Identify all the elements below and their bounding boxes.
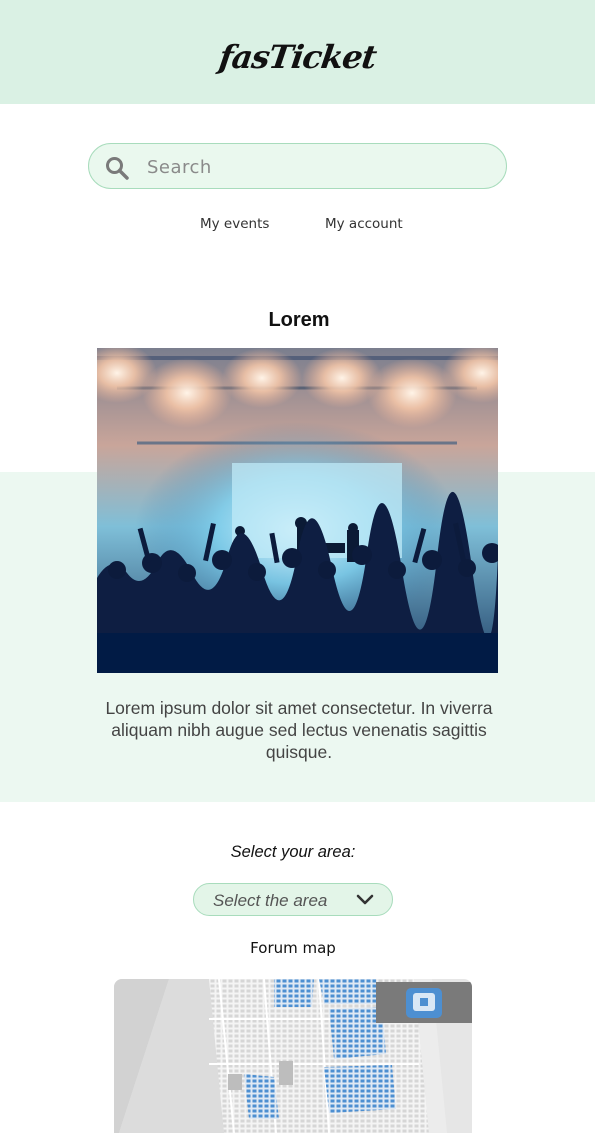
area-select-dropdown[interactable]: Select the area — [193, 883, 393, 916]
search-bar[interactable] — [88, 143, 507, 189]
search-icon — [106, 157, 129, 180]
chevron-down-icon — [356, 894, 374, 905]
nav-my-events[interactable]: My events — [200, 216, 269, 232]
top-header: fasTicket — [0, 0, 595, 104]
event-image — [97, 348, 498, 673]
forum-map[interactable] — [114, 979, 472, 1133]
event-title: Lorem — [268, 309, 330, 331]
map-title: Forum map — [250, 939, 336, 957]
event-description: Lorem ipsum dolor sit amet consectetur. … — [105, 698, 493, 762]
area-select-value: Select the area — [213, 891, 328, 910]
app-logo[interactable]: fasTicket — [0, 38, 595, 76]
search-input[interactable] — [147, 154, 487, 180]
select-area-label: Select your area: — [230, 843, 356, 861]
nav-my-account[interactable]: My account — [325, 216, 403, 232]
